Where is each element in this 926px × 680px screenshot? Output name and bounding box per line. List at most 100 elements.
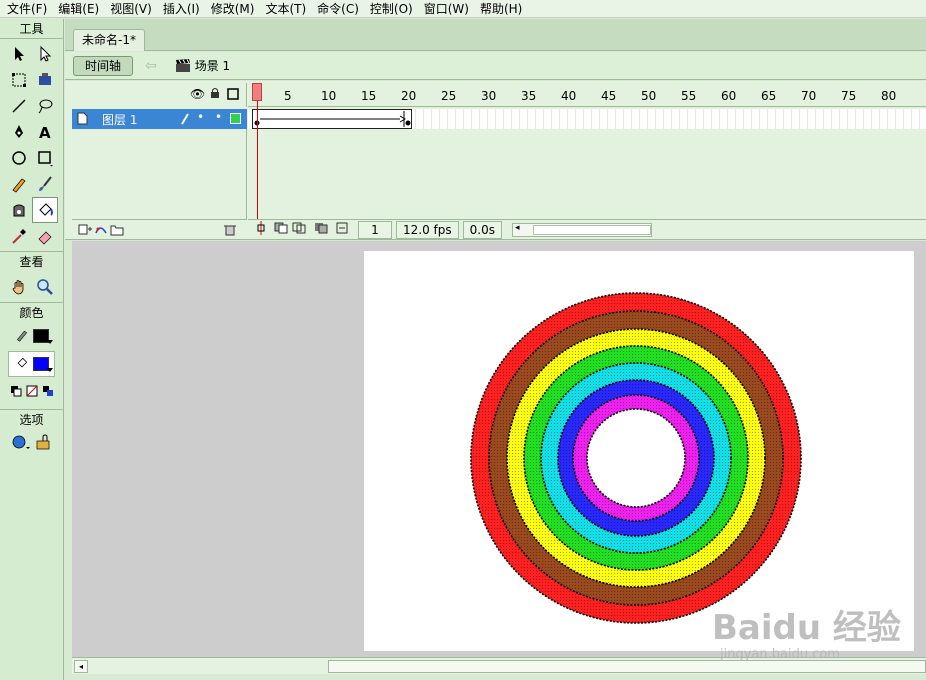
no-color-icon[interactable] <box>26 385 38 400</box>
black-white-icon[interactable] <box>10 385 22 400</box>
baidu-watermark: Baidu 经验 jingyan.baidu.com <box>712 600 901 662</box>
menu-file[interactable]: 文件(F) <box>2 0 53 18</box>
menu-window[interactable]: 窗口(W) <box>419 0 475 18</box>
menu-bar: 文件(F) 编辑(E) 视图(V) 插入(I) 修改(M) 文本(T) 命令(C… <box>0 0 926 18</box>
layer-page-icon <box>77 112 88 128</box>
edit-pencil-icon <box>180 112 190 128</box>
ruler-label: 70 <box>801 89 817 103</box>
pen-tool-icon[interactable] <box>6 119 32 145</box>
ruler-label: 60 <box>721 89 737 103</box>
pencil-tool-icon[interactable] <box>6 171 32 197</box>
line-tool-icon[interactable] <box>6 93 32 119</box>
stage-area <box>72 241 926 657</box>
zoom-tool-icon[interactable] <box>32 274 58 300</box>
arrow-tool-icon[interactable] <box>6 41 32 67</box>
svg-text:A: A <box>39 124 51 141</box>
rainbow-rings-graphic[interactable] <box>364 251 914 651</box>
menu-modify[interactable]: 修改(M) <box>206 0 261 18</box>
menu-commands[interactable]: 命令(C) <box>312 0 365 18</box>
view-header: 查看 <box>19 255 44 269</box>
subselect-tool-icon[interactable] <box>32 41 58 67</box>
ruler-label: 50 <box>641 89 657 103</box>
swap-colors-icon[interactable] <box>42 385 54 400</box>
ruler-label: 65 <box>761 89 777 103</box>
free-transform-tool-icon[interactable] <box>6 67 32 93</box>
outline-icon[interactable] <box>227 88 239 103</box>
elapsed-time-field: 0.0s <box>462 220 502 239</box>
hand-tool-icon[interactable] <box>6 274 32 300</box>
gap-size-icon[interactable] <box>11 433 31 454</box>
stroke-pencil-icon <box>15 328 29 345</box>
menu-insert[interactable]: 插入(I) <box>158 0 206 18</box>
tools-panel: 工具 A 查看 颜色 选项 <box>0 19 64 680</box>
ruler-label: 25 <box>441 89 457 103</box>
watermark-brand: Baidu 经验 <box>712 608 901 648</box>
layer-header: 👁 <box>72 83 247 107</box>
frames-area[interactable]: 1 5 10 15 20 25 30 35 40 45 50 55 60 65 … <box>248 83 926 219</box>
document-tab-bar: 未命名-1* <box>65 19 926 51</box>
menu-control[interactable]: 控制(O) <box>365 0 419 18</box>
fill-transform-tool-icon[interactable] <box>32 67 58 93</box>
eyedropper-tool-icon[interactable] <box>6 223 32 249</box>
onion-outline-icon[interactable] <box>292 222 306 237</box>
motion-tween-span[interactable] <box>252 109 412 129</box>
stroke-color-swatch[interactable] <box>32 329 53 344</box>
ruler-label: 40 <box>561 89 577 103</box>
options-header: 选项 <box>19 413 44 427</box>
lasso-tool-icon[interactable] <box>32 93 58 119</box>
brush-tool-icon[interactable] <box>32 171 58 197</box>
ruler-label: 75 <box>841 89 857 103</box>
scene-label[interactable]: 场景 1 <box>195 57 230 74</box>
add-folder-icon[interactable] <box>110 223 124 239</box>
back-arrow-icon[interactable]: ⇦ <box>145 58 157 74</box>
add-guide-layer-icon[interactable] <box>94 223 108 239</box>
timeline-toggle-button[interactable]: 时间轴 <box>73 55 133 76</box>
menu-view[interactable]: 视图(V) <box>105 0 158 18</box>
menu-edit[interactable]: 编辑(E) <box>53 0 105 18</box>
menu-help[interactable]: 帮助(H) <box>475 0 528 18</box>
edit-multiple-frames-icon[interactable] <box>314 222 328 237</box>
stage-canvas[interactable] <box>364 251 914 651</box>
frame-ruler[interactable]: 1 5 10 15 20 25 30 35 40 45 50 55 60 65 … <box>248 83 926 107</box>
scroll-thumb[interactable] <box>532 224 651 235</box>
trash-icon[interactable] <box>224 223 236 239</box>
scroll-left-button[interactable]: ◂ <box>74 660 88 673</box>
lock-dot-icon[interactable]: • <box>215 110 222 124</box>
tools-header: 工具 <box>0 19 63 39</box>
color-header: 颜色 <box>19 306 44 320</box>
document-tab[interactable]: 未命名-1* <box>73 29 145 51</box>
ruler-label: 80 <box>881 89 897 103</box>
scene-clapper-icon <box>175 58 191 73</box>
ruler-label: 30 <box>481 89 497 103</box>
fill-color-swatch[interactable] <box>32 357 53 372</box>
onion-skin-icon[interactable] <box>274 222 288 237</box>
layer-color-swatch[interactable] <box>230 113 241 124</box>
fill-bucket-icon <box>15 356 29 373</box>
scroll-left-icon[interactable]: ◂ <box>515 223 520 233</box>
center-frame-icon[interactable] <box>256 221 266 238</box>
frame-rate-field[interactable]: 12.0 fps <box>396 220 459 239</box>
rectangle-tool-icon[interactable] <box>32 145 58 171</box>
layer-name[interactable]: 图层 1 <box>102 111 137 128</box>
eraser-tool-icon[interactable] <box>32 223 58 249</box>
frame-row[interactable] <box>248 109 926 129</box>
layer-row[interactable]: 图层 1 • • <box>72 109 247 129</box>
text-tool-icon[interactable]: A <box>32 119 58 145</box>
timeline-scrollbar[interactable]: ◂ <box>511 222 652 237</box>
ruler-label: 20 <box>401 89 417 103</box>
ruler-label: 45 <box>601 89 617 103</box>
menu-text[interactable]: 文本(T) <box>260 0 312 18</box>
ink-bottle-tool-icon[interactable] <box>6 197 32 223</box>
lock-icon[interactable] <box>210 87 220 102</box>
modify-onion-markers-icon[interactable] <box>336 222 348 237</box>
edit-bar: 时间轴 ⇦ 场景 1 <box>65 52 926 80</box>
oval-tool-icon[interactable] <box>6 145 32 171</box>
visible-dot-icon[interactable]: • <box>197 110 204 124</box>
playhead[interactable] <box>252 83 262 101</box>
eye-icon[interactable]: 👁 <box>190 87 205 101</box>
add-layer-icon[interactable] <box>78 223 92 239</box>
paint-bucket-tool-icon[interactable] <box>31 197 58 223</box>
lock-fill-icon[interactable] <box>35 433 53 454</box>
ruler-label: 15 <box>361 89 377 103</box>
timeline-status-bar: 1 12.0 fps 0.0s ◂ <box>248 219 926 239</box>
